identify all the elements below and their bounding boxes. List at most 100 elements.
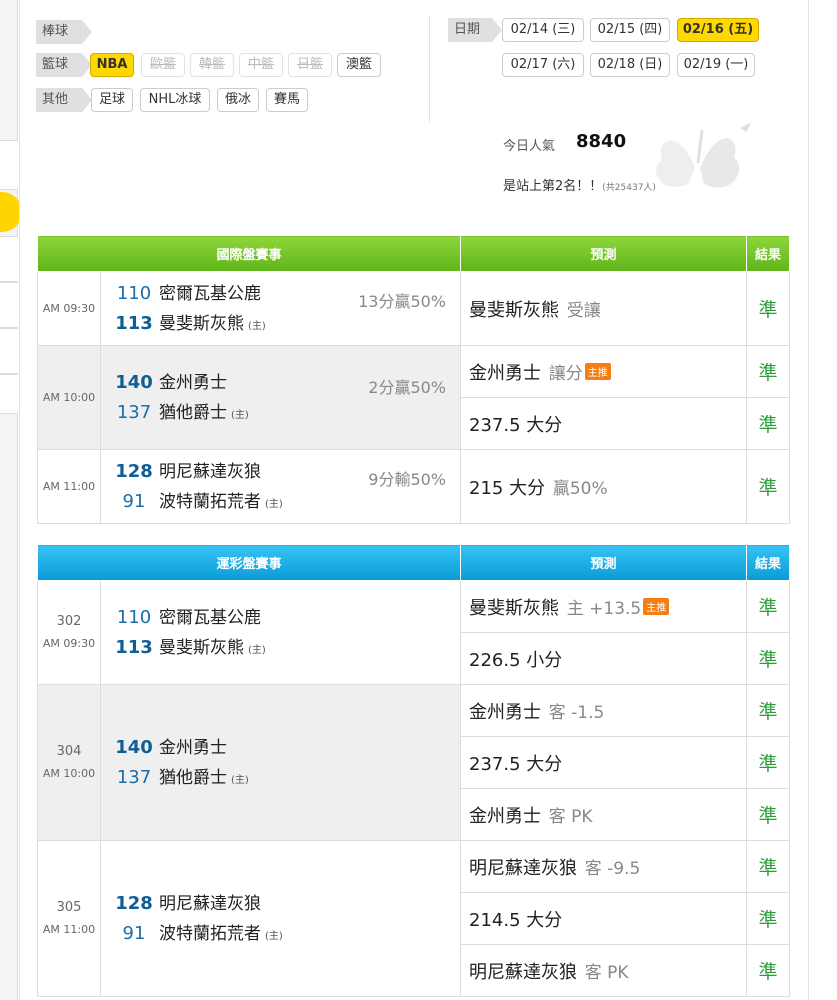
prediction-result: 準 bbox=[746, 632, 791, 685]
game-time: AM 11:00 bbox=[37, 449, 101, 524]
category-other[interactable]: 其他 bbox=[36, 88, 92, 112]
other-horse-racing[interactable]: 賽馬 bbox=[266, 88, 308, 112]
popularity-count: 8840 bbox=[576, 131, 627, 152]
prediction-main: 金州勇士 bbox=[469, 362, 542, 384]
away-team: 金州勇士 bbox=[159, 372, 227, 393]
intl-header-event: 國際盤賽事 bbox=[36, 235, 462, 272]
home-tag: (主) bbox=[248, 320, 266, 332]
home-team: 猶他爵士 bbox=[159, 402, 227, 423]
prediction-sub: 客 -9.5 bbox=[584, 858, 641, 879]
sports-header-predict: 預測 bbox=[460, 544, 748, 581]
league-china: 中籃 bbox=[239, 53, 283, 77]
away-score: 110 bbox=[116, 606, 152, 628]
game-number: 304 bbox=[56, 743, 82, 759]
home-team: 猶他爵士 bbox=[159, 767, 227, 788]
away-team: 密爾瓦基公鹿 bbox=[159, 607, 261, 628]
intl-table: 國際盤賽事 預測 結果 AM 09:30 110 密爾瓦基公鹿 113 曼斐斯灰熊 (… bbox=[36, 235, 791, 524]
other-russian-hockey[interactable]: 俄冰 bbox=[217, 88, 259, 112]
prediction: 明尼蘇達灰狼 客 -9.5 bbox=[460, 840, 748, 893]
prediction: 金州勇士 客 PK bbox=[460, 788, 748, 841]
game-number: 302 bbox=[56, 613, 82, 629]
game-time: AM 10:00 bbox=[42, 766, 96, 780]
home-team: 波特蘭拓荒者 bbox=[159, 923, 261, 944]
league-japan: 日籃 bbox=[288, 53, 332, 77]
date-0214[interactable]: 02/14 (三) bbox=[502, 18, 584, 42]
table-row[interactable]: 304 AM 10:00 140 金州勇士 137 猶他爵士 (主) 金州勇士 客 -1… bbox=[37, 684, 791, 841]
prediction-sub: 讓分 bbox=[548, 363, 583, 384]
category-baseball[interactable]: 棒球 bbox=[36, 20, 92, 44]
table-row[interactable]: AM 11:00 128 明尼蘇達灰狼 91 波特蘭拓荒者 (主) 9分輸50% 21… bbox=[37, 449, 791, 524]
prediction-main: 215 大分 bbox=[469, 477, 546, 499]
prediction-main: 曼斐斯灰熊 bbox=[469, 299, 560, 321]
prediction-sub: 客 -1.5 bbox=[548, 702, 605, 723]
table-row[interactable]: 305 AM 11:00 128 明尼蘇達灰狼 91 波特蘭拓荒者 (主) 明尼蘇達灰狼… bbox=[37, 840, 791, 997]
home-tag: (主) bbox=[265, 930, 283, 942]
sports-table: 運彩盤賽事 預測 結果 302 AM 09:30 110 密爾瓦基公鹿 113 曼斐斯… bbox=[36, 544, 791, 997]
prediction-main: 明尼蘇達灰狼 bbox=[469, 961, 578, 983]
prediction-sub: 受讓 bbox=[566, 300, 601, 321]
popularity-label: 今日人氣 bbox=[503, 139, 556, 154]
prediction-result: 準 bbox=[746, 840, 791, 893]
date-0216[interactable]: 02/16 (五) bbox=[677, 18, 759, 42]
butterfly-logo-icon bbox=[656, 123, 750, 188]
date-0217[interactable]: 02/17 (六) bbox=[502, 53, 584, 77]
other-nhl[interactable]: NHL冰球 bbox=[140, 88, 210, 112]
game-number-time: 305 AM 11:00 bbox=[37, 840, 101, 997]
home-team: 曼斐斯灰熊 bbox=[159, 313, 244, 334]
home-tag: (主) bbox=[231, 774, 249, 786]
intl-header-result: 結果 bbox=[746, 235, 791, 272]
game-teams: 110 密爾瓦基公鹿 113 曼斐斯灰熊 (主) bbox=[99, 580, 462, 685]
date-0219[interactable]: 02/19 (一) bbox=[677, 53, 755, 77]
away-score: 128 bbox=[115, 892, 153, 914]
home-team: 波特蘭拓荒者 bbox=[159, 491, 261, 512]
side-tab[interactable] bbox=[0, 328, 18, 374]
prediction-main: 214.5 大分 bbox=[469, 909, 563, 931]
table-row[interactable]: AM 09:30 110 密爾瓦基公鹿 113 曼斐斯灰熊 (主) 13分贏50% 曼… bbox=[37, 271, 791, 346]
game-teams: 128 明尼蘇達灰狼 91 波特蘭拓荒者 (主) bbox=[99, 840, 462, 997]
prediction-result: 準 bbox=[746, 271, 791, 346]
home-tag: (主) bbox=[231, 409, 249, 421]
side-tab[interactable] bbox=[0, 374, 18, 414]
home-score: 137 bbox=[116, 401, 152, 423]
game-time: AM 11:00 bbox=[42, 922, 96, 936]
away-team: 明尼蘇達灰狼 bbox=[159, 893, 261, 914]
game-time: AM 09:30 bbox=[37, 271, 101, 346]
prediction-main: 曼斐斯灰熊 bbox=[469, 597, 560, 619]
left-edge bbox=[0, 0, 22, 1000]
date-0215[interactable]: 02/15 (四) bbox=[590, 18, 670, 42]
divider bbox=[429, 16, 430, 122]
game-result-note: 13分贏50% bbox=[358, 292, 447, 311]
prediction: 237.5 大分 bbox=[460, 397, 748, 450]
game-number: 305 bbox=[56, 899, 82, 915]
prediction-main: 金州勇士 bbox=[469, 805, 542, 827]
rank-text: 是站上第2名！！(共25437人) bbox=[503, 175, 656, 194]
away-score: 140 bbox=[115, 371, 153, 393]
table-row[interactable]: 302 AM 09:30 110 密爾瓦基公鹿 113 曼斐斯灰熊 (主) 曼斐斯灰熊 … bbox=[37, 580, 791, 685]
other-soccer[interactable]: 足球 bbox=[91, 88, 133, 112]
prediction-result: 準 bbox=[746, 684, 791, 737]
game-result-note: 9分輸50% bbox=[368, 470, 447, 489]
side-tab[interactable] bbox=[0, 140, 18, 190]
intl-header-predict: 預測 bbox=[460, 235, 748, 272]
away-score: 110 bbox=[116, 282, 152, 304]
prediction-sub: 客 PK bbox=[548, 806, 593, 827]
league-nba[interactable]: NBA bbox=[90, 53, 134, 77]
prediction: 226.5 小分 bbox=[460, 632, 748, 685]
side-tab[interactable] bbox=[0, 282, 18, 328]
home-score: 137 bbox=[116, 766, 152, 788]
table-row[interactable]: AM 10:00 140 金州勇士 137 猶他爵士 (主) 2分贏50% 金州勇士 … bbox=[37, 345, 791, 450]
game-teams: 110 密爾瓦基公鹿 113 曼斐斯灰熊 (主) 13分贏50% bbox=[99, 271, 462, 346]
side-tab[interactable] bbox=[0, 236, 18, 282]
sports-header-result: 結果 bbox=[746, 544, 791, 581]
prediction-sub: 主 +13.5 bbox=[566, 598, 642, 619]
prediction-main: 237.5 大分 bbox=[469, 414, 563, 436]
league-australia[interactable]: 澳籃 bbox=[337, 53, 381, 77]
prediction: 曼斐斯灰熊 主 +13.5 主推 bbox=[460, 580, 748, 633]
prediction-result: 準 bbox=[746, 345, 791, 398]
category-basketball[interactable]: 籃球 bbox=[36, 53, 92, 77]
prediction: 237.5 大分 bbox=[460, 736, 748, 789]
prediction-result: 準 bbox=[746, 397, 791, 450]
home-team: 曼斐斯灰熊 bbox=[159, 637, 244, 658]
date-0218[interactable]: 02/18 (日) bbox=[590, 53, 670, 77]
prediction-result: 準 bbox=[746, 736, 791, 789]
